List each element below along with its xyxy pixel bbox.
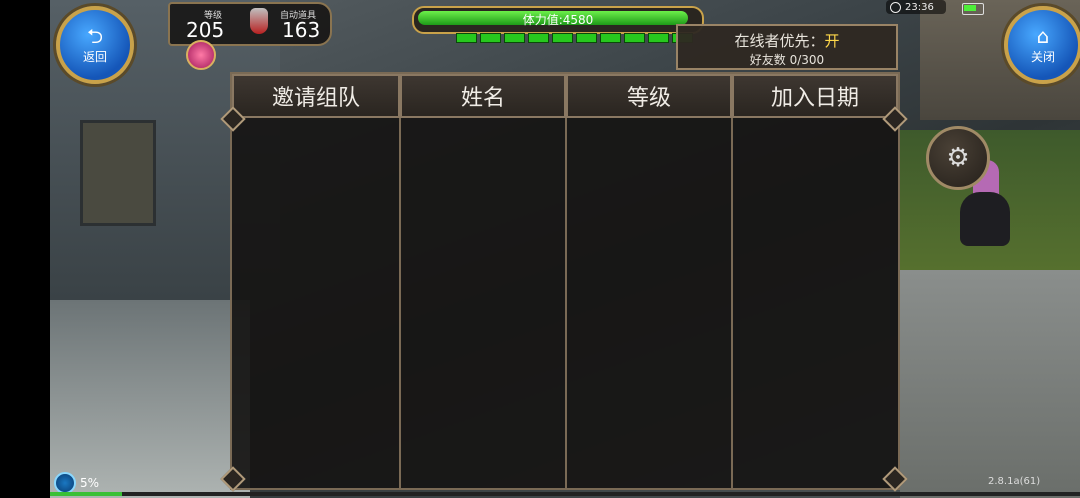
column-header-name[interactable]: 姓名 xyxy=(400,74,566,118)
potion-icon[interactable] xyxy=(250,8,268,34)
stamina-segment xyxy=(648,33,669,43)
gear-icon: ⚙ xyxy=(946,143,970,173)
level-value: 205 xyxy=(186,18,225,42)
gift-icon[interactable] xyxy=(186,40,216,70)
scene-door xyxy=(80,120,156,226)
stamina-segment xyxy=(552,33,573,43)
npc-dress xyxy=(960,192,1010,246)
auto-potion-value: 163 xyxy=(282,18,321,42)
loading-indicator: 5% xyxy=(54,472,99,494)
experience-bar xyxy=(50,492,1080,496)
column-divider xyxy=(565,118,567,488)
online-priority-box[interactable]: 在线者优先：开 好友数 0/300 xyxy=(676,24,898,70)
home-icon: ⌂ xyxy=(1036,23,1050,48)
stamina-segment xyxy=(504,33,525,43)
battery-icon xyxy=(962,3,984,15)
stamina-segment xyxy=(528,33,549,43)
battery-fill xyxy=(964,5,976,11)
system-clock: 23:36 xyxy=(886,0,946,14)
stamina-segments xyxy=(456,33,693,43)
experience-bar-fill xyxy=(50,492,123,496)
loading-percent: 5% xyxy=(80,476,100,490)
column-divider xyxy=(399,118,401,488)
clock-time: 23:36 xyxy=(905,1,934,13)
settings-button[interactable]: ⚙ xyxy=(926,126,990,190)
column-header-join-date[interactable]: 加入日期 xyxy=(732,74,898,118)
back-label: 返回 xyxy=(82,49,107,64)
stamina-segment xyxy=(624,33,645,43)
scene-floor-right xyxy=(900,270,1080,498)
online-priority-line: 在线者优先：开 xyxy=(678,30,896,51)
close-label: 关闭 xyxy=(1030,49,1055,64)
left-letterbox xyxy=(0,0,50,498)
close-button[interactable]: ⌂ 关闭 xyxy=(1004,6,1080,84)
return-arrow-icon: ⮌ xyxy=(86,23,104,48)
stamina-label: 体力值:4580 xyxy=(522,13,594,27)
stamina-segment xyxy=(600,33,621,43)
column-divider xyxy=(731,118,733,488)
column-header-level[interactable]: 等级 xyxy=(566,74,732,118)
scene-floor-left xyxy=(50,300,250,498)
back-button[interactable]: ⮌ 返回 xyxy=(56,6,134,84)
online-priority-label: 在线者优先： xyxy=(734,32,825,50)
clock-icon xyxy=(890,1,901,13)
loading-icon xyxy=(54,472,76,494)
stamina-bar: 体力值:4580 xyxy=(412,6,704,34)
column-header-invite[interactable]: 邀请组队 xyxy=(232,74,400,118)
version-text: 2.8.1a(61) xyxy=(988,476,1041,487)
stamina-segment xyxy=(456,33,477,43)
friend-count: 好友数 0/300 xyxy=(749,53,825,67)
stamina-segment xyxy=(576,33,597,43)
stamina-segment xyxy=(480,33,501,43)
friends-table-panel: 邀请组队 姓名 等级 加入日期 xyxy=(220,72,908,492)
online-priority-state[interactable]: 开 xyxy=(825,32,840,50)
